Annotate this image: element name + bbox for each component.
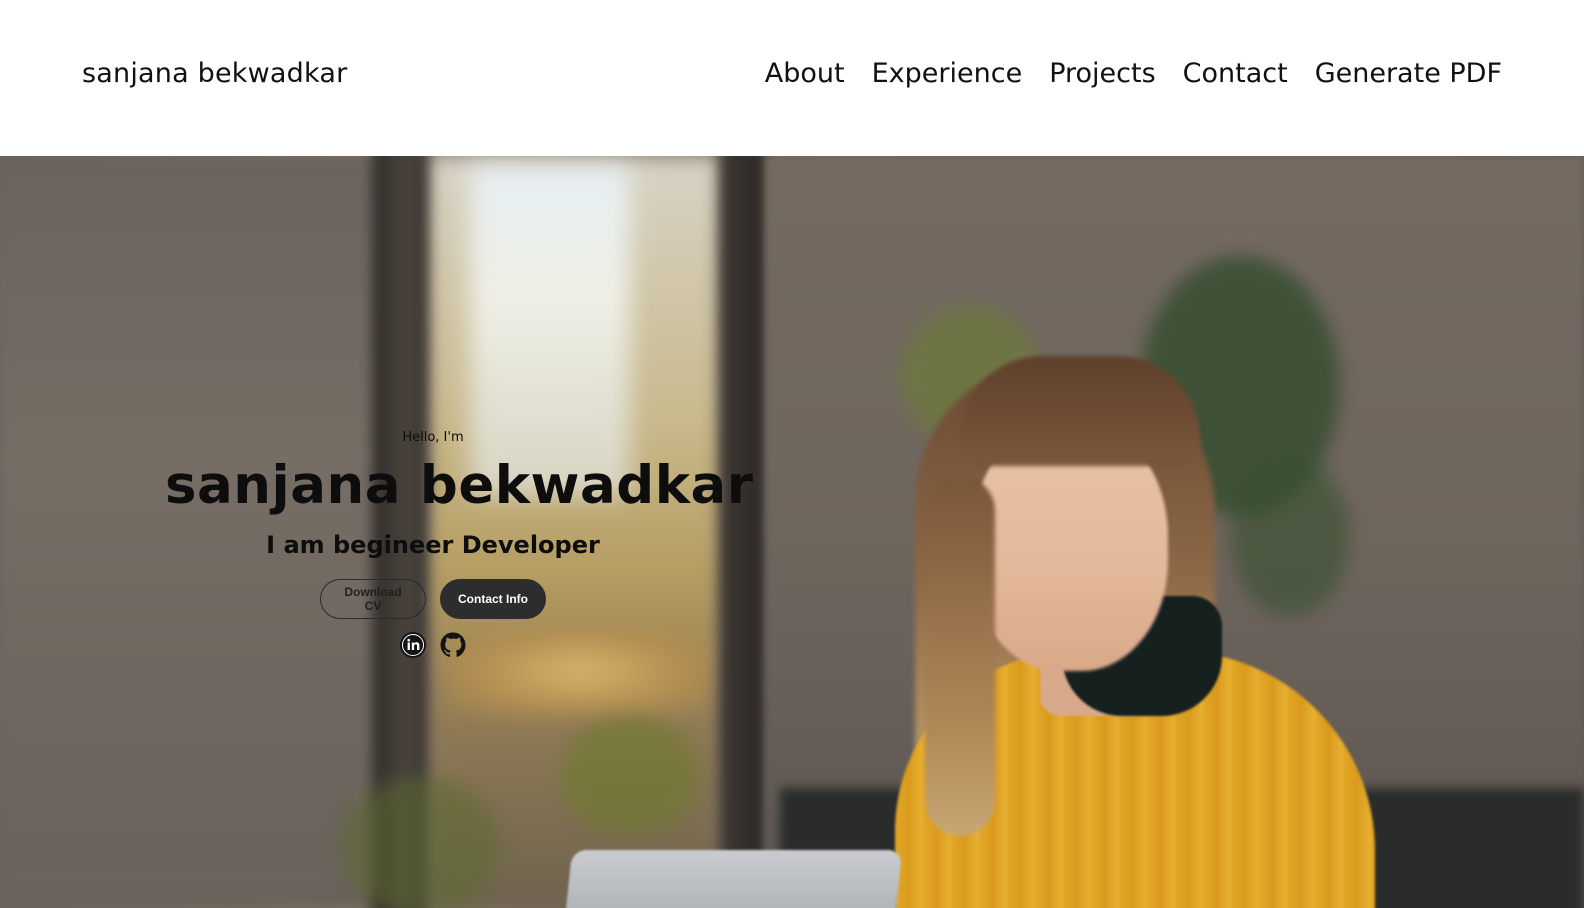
nav-link-contact[interactable]: Contact <box>1183 58 1288 89</box>
nav-links: About Experience Projects Contact Genera… <box>765 58 1502 89</box>
github-icon[interactable] <box>439 631 467 659</box>
hero-intro: Hello, I'm sanjana bekwadkar I am begine… <box>165 430 754 659</box>
hero-section: Hello, I'm sanjana bekwadkar I am begine… <box>0 156 1584 908</box>
nav-link-generate-pdf[interactable]: Generate PDF <box>1315 58 1502 89</box>
nav-link-projects[interactable]: Projects <box>1049 58 1155 89</box>
contact-info-button[interactable]: Contact Info <box>440 579 546 619</box>
social-links <box>165 631 701 659</box>
hero-buttons: Download CV Contact Info <box>165 579 701 619</box>
hero-name: sanjana bekwadkar <box>165 455 754 516</box>
nav-link-experience[interactable]: Experience <box>872 58 1023 89</box>
top-navbar: sanjana bekwadkar About Experience Proje… <box>0 0 1584 156</box>
nav-link-about[interactable]: About <box>765 58 845 89</box>
laptop-image <box>563 850 903 908</box>
hero-tagline: I am begineer Developer <box>266 531 600 559</box>
linkedin-icon[interactable] <box>399 631 427 659</box>
site-logo[interactable]: sanjana bekwadkar <box>82 58 347 89</box>
hero-greeting: Hello, I'm <box>402 430 464 445</box>
download-cv-button[interactable]: Download CV <box>320 579 426 619</box>
